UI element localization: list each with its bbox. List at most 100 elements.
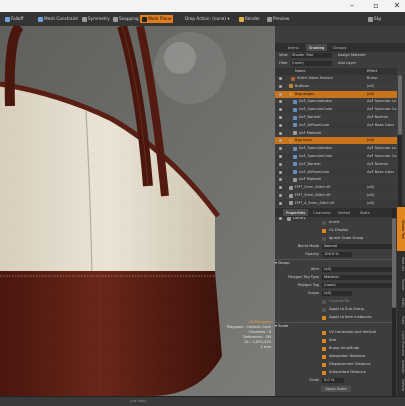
- absorption-checkbox[interactable]: [322, 354, 326, 359]
- eye-icon[interactable]: [279, 162, 282, 166]
- close-icon[interactable]: ✕: [390, 1, 404, 11]
- layer-row[interactable]: AxF_SpecularLobe AxF Specular Lo...: [275, 98, 397, 105]
- invert-checkbox[interactable]: [322, 220, 326, 225]
- layer-row[interactable]: AxF_Normal AxF Normal: [275, 161, 397, 168]
- snapping-icon: [113, 16, 118, 22]
- scale-field[interactable]: 5.0 %: [322, 378, 344, 383]
- tab-stats[interactable]: Stats: [357, 209, 373, 216]
- layer-scrollbar[interactable]: [398, 75, 402, 225]
- tab-channels[interactable]: Channels: [310, 209, 334, 216]
- layer-row[interactable]: AxF Material: [275, 176, 397, 183]
- polytag-type-select[interactable]: Material: [322, 275, 392, 280]
- properties-scrollbar[interactable]: [392, 208, 396, 396]
- subsurface-checkbox[interactable]: [322, 370, 326, 375]
- snapping-button[interactable]: Snapping: [111, 15, 141, 23]
- displacement-checkbox[interactable]: [322, 362, 326, 367]
- falloff-button[interactable]: Falloff: [3, 15, 25, 23]
- eye-icon[interactable]: [279, 147, 282, 151]
- eye-icon[interactable]: [279, 201, 282, 205]
- layer-row[interactable]: FMT_2mm_Stitch.tif (all): [275, 184, 397, 192]
- add-layer-button[interactable]: Add Layer: [338, 60, 356, 67]
- render-icon: [239, 16, 244, 22]
- preview-button[interactable]: Preview: [265, 15, 291, 23]
- layer-row[interactable]: FMT_3mm_Stitch.tif (all): [275, 192, 397, 199]
- side-tab-layer-overview[interactable]: Layer Overview: [397, 329, 405, 357]
- eye-icon[interactable]: [279, 155, 282, 158]
- layer-row[interactable]: AxF_SpecularColor AxF Specular Co...: [275, 106, 397, 114]
- apply-sub-checkbox[interactable]: [322, 307, 326, 312]
- side-tab-deform[interactable]: Deform: [397, 377, 405, 393]
- tab-groups[interactable]: Groups: [330, 44, 350, 51]
- render-button[interactable]: Render: [237, 15, 262, 23]
- scale-section[interactable]: ▾ Scale: [275, 322, 397, 329]
- opacity-field[interactable]: 100.0 %: [322, 252, 352, 257]
- 3d-viewport[interactable]: All Polygons Polygons : Catmull-Clark Ch…: [0, 26, 275, 396]
- bump-amp-checkbox[interactable]: [322, 346, 326, 351]
- side-tab-animate[interactable]: Animate: [397, 359, 405, 375]
- eye-icon[interactable]: [279, 131, 282, 135]
- minimize-icon[interactable]: –: [345, 1, 359, 11]
- polytag-select[interactable]: (none): [322, 283, 392, 288]
- tab-properties[interactable]: Properties: [283, 209, 309, 216]
- layer-row[interactable]: AxF Material: [275, 130, 397, 137]
- eye-icon[interactable]: [279, 100, 282, 104]
- scope-select[interactable]: (all): [322, 291, 352, 296]
- layer-row[interactable]: FMT_4_5mm_Stitch.tif (all): [275, 199, 397, 207]
- layer-row[interactable]: Bag base (all): [275, 137, 397, 145]
- sky-button[interactable]: Sky: [366, 15, 383, 23]
- col-name[interactable]: Name: [295, 68, 306, 75]
- side-tab-utility[interactable]: Utility: [397, 295, 405, 311]
- apply-instances-checkbox[interactable]: [322, 315, 326, 320]
- layer-row[interactable]: AxF_SpecularColor AxF Specular Co...: [275, 153, 397, 160]
- tab-shading[interactable]: Shading: [306, 44, 328, 51]
- opacity-row: Opacity 100.0 %: [275, 251, 397, 258]
- maximize-icon[interactable]: ▫: [369, 1, 383, 11]
- group-section[interactable]: ▾ Group: [275, 259, 397, 266]
- symmetry-button[interactable]: Symmetry: [80, 15, 112, 23]
- col-effect[interactable]: Effect: [367, 68, 377, 75]
- assign-material-button[interactable]: Assign Material: [338, 52, 366, 59]
- eye-icon[interactable]: [279, 123, 282, 127]
- item-select[interactable]: (all): [322, 267, 392, 272]
- eye-icon[interactable]: [279, 194, 282, 197]
- layer-row[interactable]: Buttons (all): [275, 83, 397, 90]
- gl-display-checkbox[interactable]: [322, 228, 326, 233]
- layer-type-icon: [293, 162, 297, 167]
- layer-row[interactable]: AxF_DiffuseColor AxF Base Color: [275, 168, 397, 176]
- layer-row[interactable]: Stitch Holes Texture Bump: [275, 75, 397, 82]
- layer-type-icon: [293, 146, 297, 151]
- filter-select[interactable]: (none): [291, 61, 332, 66]
- ignore-scale-checkbox[interactable]: [322, 236, 326, 241]
- layered-fix-checkbox[interactable]: [322, 299, 326, 304]
- eye-icon[interactable]: [279, 92, 282, 96]
- layer-name: Buttons: [295, 83, 309, 88]
- work-plane-button[interactable]: Work Plane: [140, 15, 174, 23]
- eye-icon[interactable]: [279, 77, 282, 80]
- eye-icon[interactable]: [279, 178, 282, 182]
- side-tab-render[interactable]: Render: [397, 277, 405, 293]
- eye-icon[interactable]: [279, 108, 282, 112]
- layer-row[interactable]: AxF_Normal AxF Normal: [275, 114, 397, 121]
- eye-icon[interactable]: [279, 170, 282, 174]
- layer-row[interactable]: Bag edges (all): [275, 90, 397, 98]
- apply-scale-button[interactable]: Apply Scale: [321, 385, 351, 392]
- eye-icon[interactable]: [279, 186, 282, 190]
- eye-icon[interactable]: [279, 84, 282, 88]
- uv-hv-checkbox[interactable]: [322, 330, 326, 335]
- layer-effect: (all): [367, 200, 375, 205]
- tab-vertex[interactable]: Vertex: [335, 209, 353, 216]
- view-select[interactable]: Shader Tree: [291, 53, 332, 58]
- side-tab-paint[interactable]: Paint: [397, 313, 405, 327]
- side-tab-shader-tree[interactable]: Shader Tree: [397, 207, 405, 251]
- eye-icon[interactable]: [279, 116, 282, 119]
- mesh-constraint-button[interactable]: Mesh Constraint: [36, 15, 80, 23]
- size-checkbox[interactable]: [322, 338, 326, 343]
- tab-items[interactable]: Items: [285, 44, 302, 51]
- side-tab-item-list[interactable]: Item List: [397, 253, 405, 275]
- layer-effect: Bump: [367, 76, 378, 80]
- drop-action-select[interactable]: Drop Action: (none) ▾: [183, 15, 231, 23]
- eye-icon[interactable]: [279, 139, 282, 143]
- blend-mode-select[interactable]: Normal: [322, 244, 392, 249]
- layer-row[interactable]: AxF_DiffuseColor AxF Base Color: [275, 121, 397, 129]
- layer-row[interactable]: AxF_SpecularLobe AxF Specular Lo...: [275, 145, 397, 152]
